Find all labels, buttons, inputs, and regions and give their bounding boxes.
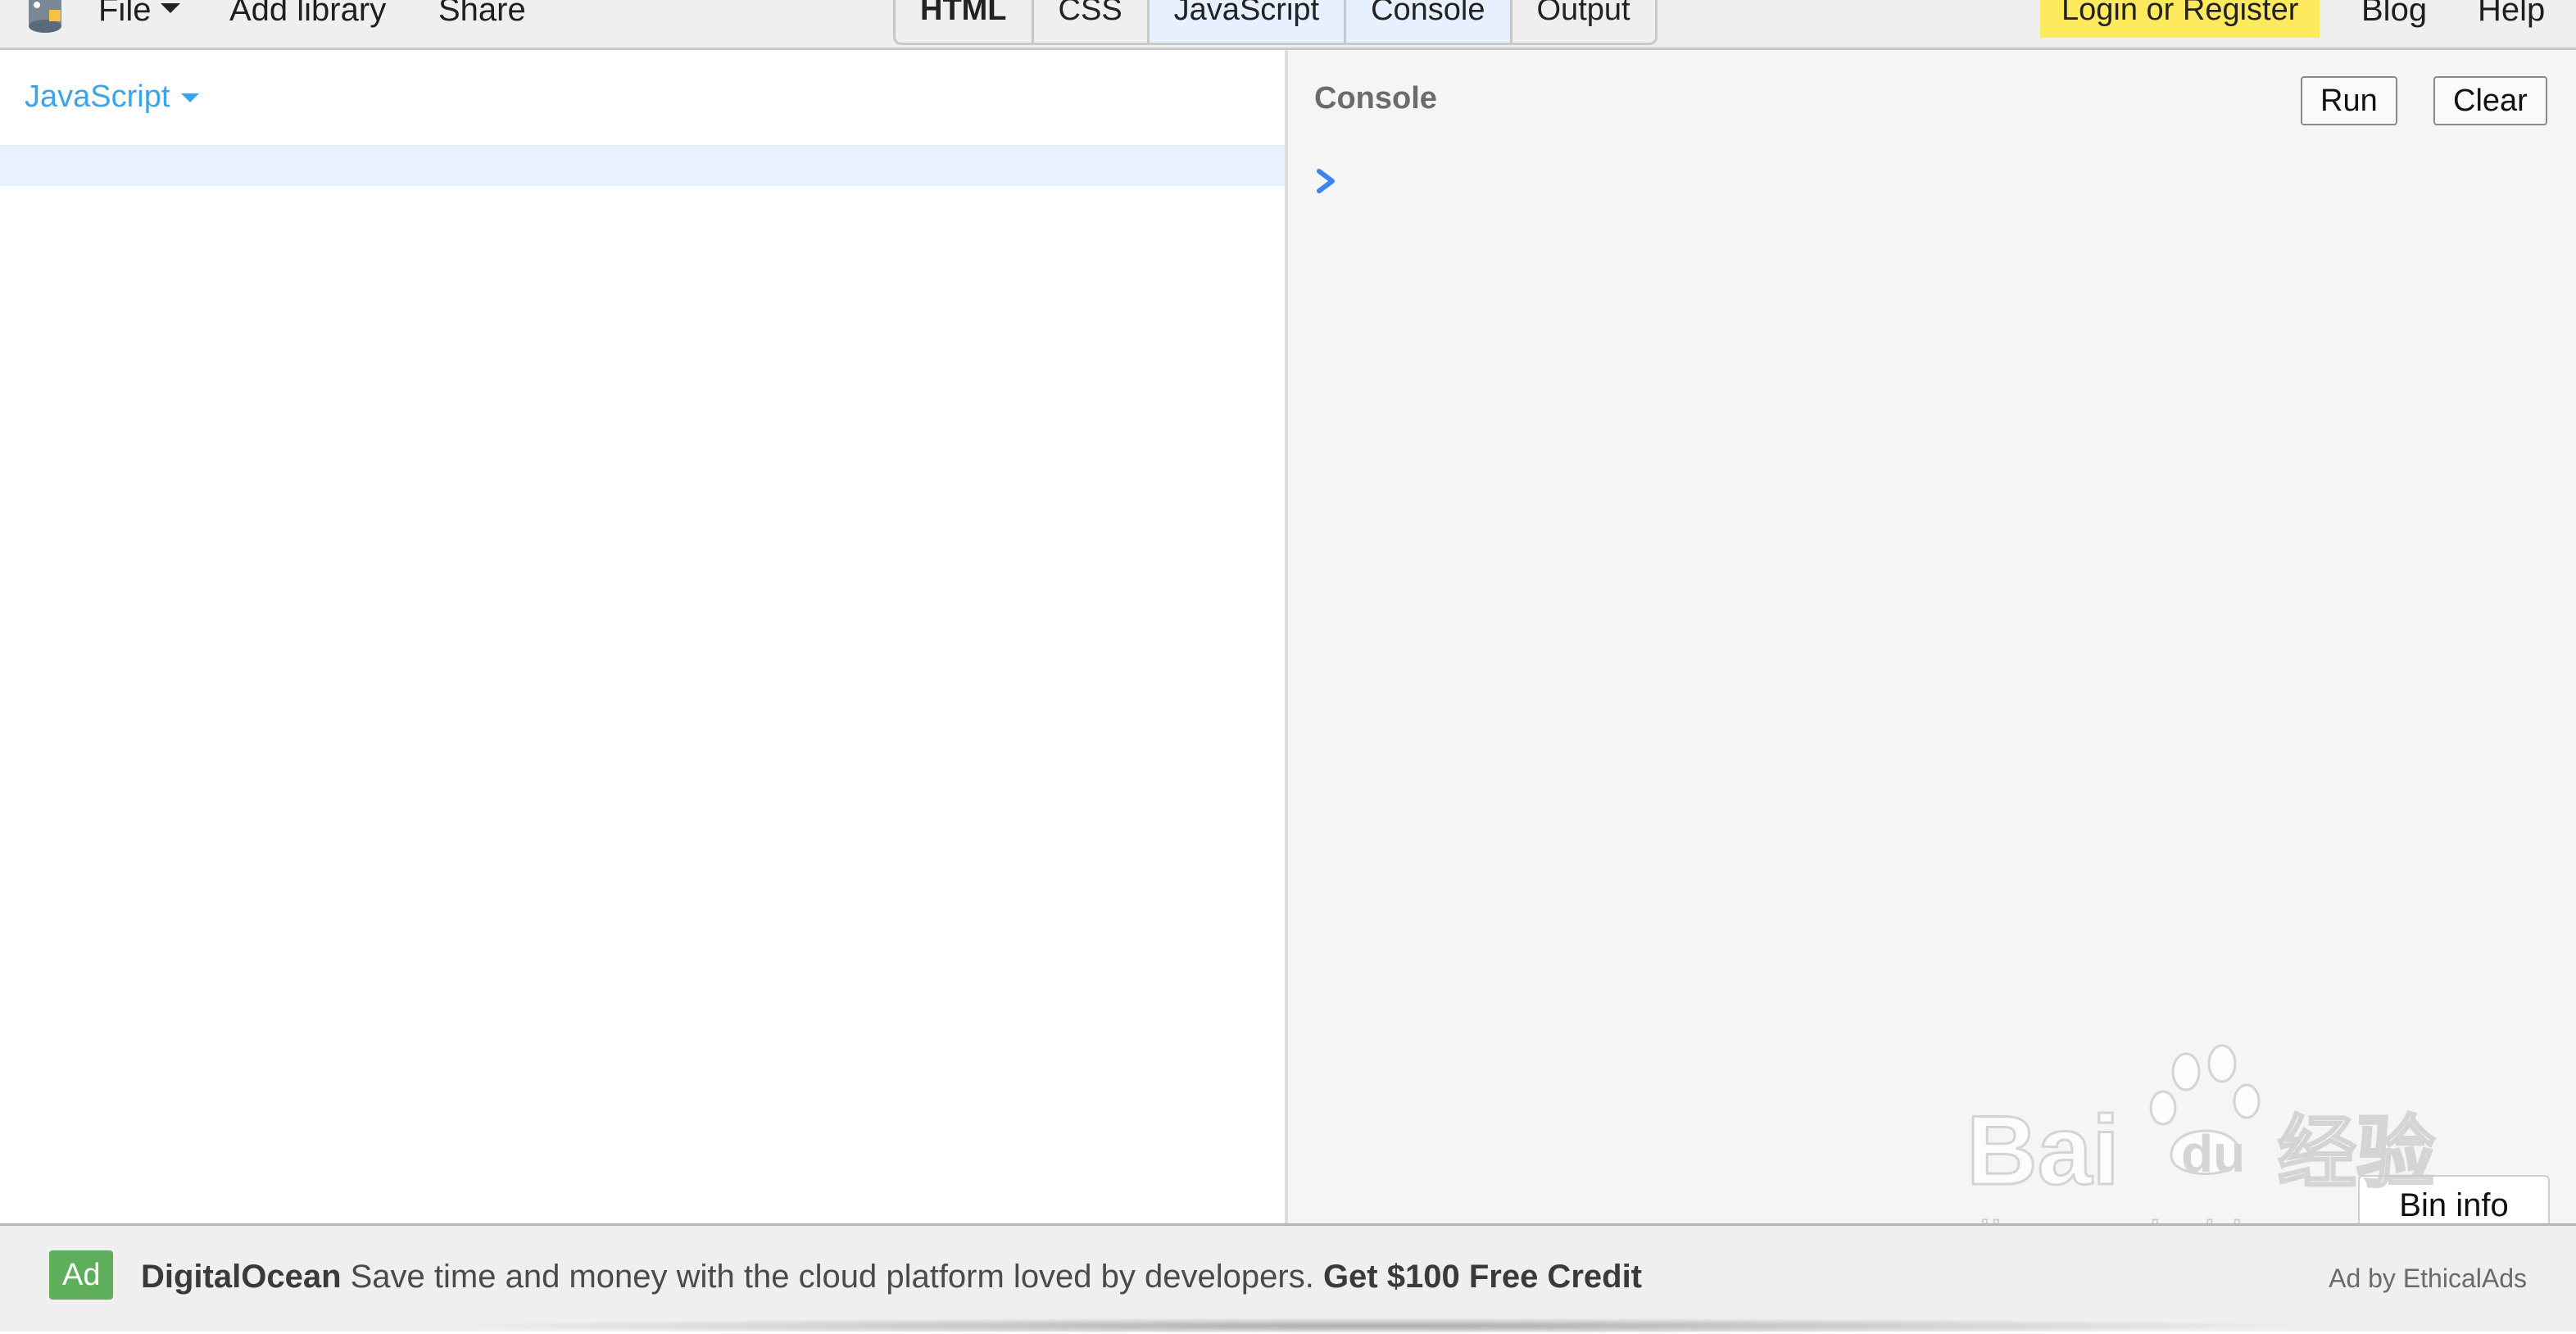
ad-cta: Get $100 Free Credit xyxy=(1322,1259,1642,1295)
ad-bar: Ad DigitalOcean Save time and money with… xyxy=(0,1223,2576,1334)
ad-description: Save time and money with the cloud platf… xyxy=(341,1259,1323,1295)
jsbin-logo-icon[interactable] xyxy=(25,0,66,33)
bin-info-button[interactable]: Bin info xyxy=(2358,1175,2550,1227)
share-menu[interactable]: Share xyxy=(438,0,526,33)
login-register-button[interactable]: Login or Register xyxy=(2040,0,2320,38)
tab-console[interactable]: Console xyxy=(1346,0,1512,43)
blog-link[interactable]: Blog xyxy=(2361,0,2427,33)
language-selector[interactable]: JavaScript xyxy=(25,79,200,115)
ad-divider-shadow xyxy=(426,1318,2335,1334)
javascript-editor-panel[interactable]: JavaScript xyxy=(0,50,1288,1223)
chevron-right-icon[interactable] xyxy=(1313,165,1345,197)
tab-css[interactable]: CSS xyxy=(1034,0,1150,43)
panel-tab-group: HTML CSS JavaScript Console Output xyxy=(893,0,1658,45)
tab-output[interactable]: Output xyxy=(1512,0,1655,43)
run-button[interactable]: Run xyxy=(2301,76,2397,125)
top-control-bar: File Add library Share HTML CSS JavaScri… xyxy=(0,0,2576,50)
active-code-line[interactable] xyxy=(0,145,1285,186)
chevron-down-icon xyxy=(161,3,181,14)
chevron-down-icon xyxy=(181,93,200,103)
help-link[interactable]: Help xyxy=(2478,0,2545,33)
clear-button[interactable]: Clear xyxy=(2433,76,2547,125)
tab-javascript[interactable]: JavaScript xyxy=(1149,0,1347,43)
console-title: Console xyxy=(1314,81,1437,116)
add-library-menu[interactable]: Add library xyxy=(229,0,386,33)
ad-provider-link[interactable]: Ad by EthicalAds xyxy=(2329,1264,2527,1294)
file-menu[interactable]: File xyxy=(98,0,181,33)
file-menu-label: File xyxy=(98,0,152,28)
ad-brand: DigitalOcean xyxy=(141,1259,342,1295)
tab-html[interactable]: HTML xyxy=(896,0,1034,43)
language-label: JavaScript xyxy=(25,79,170,114)
ad-badge: Ad xyxy=(49,1250,114,1300)
console-panel: Console Run Clear xyxy=(1288,50,2576,1223)
ad-link[interactable]: DigitalOcean Save time and money with th… xyxy=(141,1259,1642,1295)
